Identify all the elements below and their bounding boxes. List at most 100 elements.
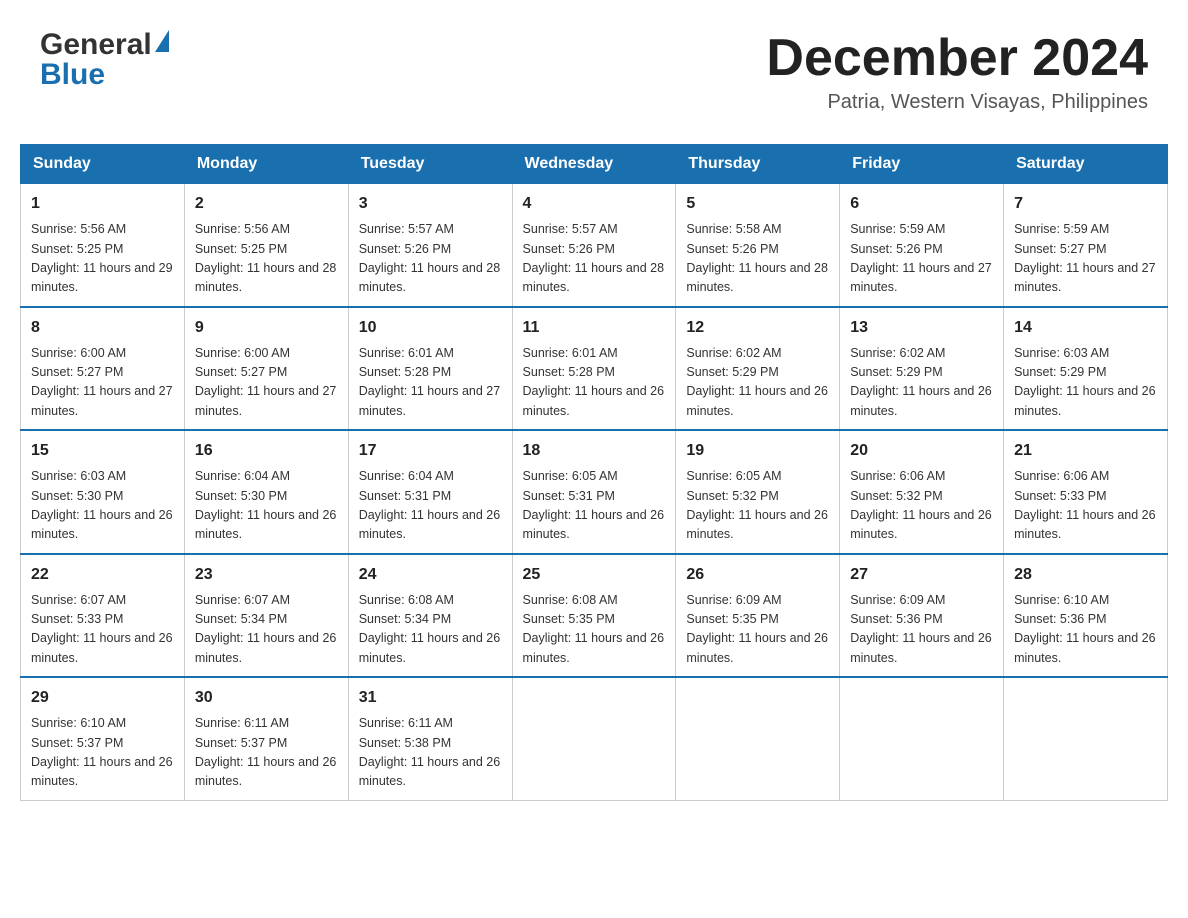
day-info: Sunrise: 5:56 AMSunset: 5:25 PMDaylight:… bbox=[31, 220, 174, 298]
title-section: December 2024 Patria, Western Visayas, P… bbox=[766, 30, 1148, 114]
day-number: 8 bbox=[31, 316, 174, 340]
day-number: 2 bbox=[195, 192, 338, 216]
day-info: Sunrise: 5:59 AMSunset: 5:26 PMDaylight:… bbox=[850, 220, 993, 298]
col-friday: Friday bbox=[840, 145, 1004, 184]
day-info: Sunrise: 6:10 AMSunset: 5:36 PMDaylight:… bbox=[1014, 591, 1157, 669]
logo-triangle-icon bbox=[155, 30, 169, 52]
day-number: 28 bbox=[1014, 563, 1157, 587]
calendar-cell: 8 Sunrise: 6:00 AMSunset: 5:27 PMDaylight… bbox=[21, 307, 185, 431]
day-info: Sunrise: 6:05 AMSunset: 5:32 PMDaylight:… bbox=[686, 467, 829, 545]
calendar-cell: 2Sunrise: 5:56 AMSunset: 5:25 PMDaylight… bbox=[184, 184, 348, 307]
calendar-cell: 6 Sunrise: 5:59 AMSunset: 5:26 PMDaylight… bbox=[840, 184, 1004, 307]
day-number: 22 bbox=[31, 563, 174, 587]
calendar-cell: 25Sunrise: 6:08 AMSunset: 5:35 PMDayligh… bbox=[512, 554, 676, 678]
col-sunday: Sunday bbox=[21, 145, 185, 184]
calendar-cell: 19 Sunrise: 6:05 AMSunset: 5:32 PMDayligh… bbox=[676, 430, 840, 554]
day-number: 19 bbox=[686, 439, 829, 463]
day-info: Sunrise: 6:07 AMSunset: 5:34 PMDaylight:… bbox=[195, 591, 338, 669]
calendar-cell bbox=[512, 677, 676, 800]
calendar-week-row: 22 Sunrise: 6:07 AMSunset: 5:33 PMDayligh… bbox=[21, 554, 1168, 678]
calendar-cell: 17Sunrise: 6:04 AMSunset: 5:31 PMDayligh… bbox=[348, 430, 512, 554]
day-info: Sunrise: 5:57 AMSunset: 5:26 PMDaylight:… bbox=[359, 220, 502, 298]
col-saturday: Saturday bbox=[1004, 145, 1168, 184]
day-info: Sunrise: 6:04 AMSunset: 5:31 PMDaylight:… bbox=[359, 467, 502, 545]
day-info: Sunrise: 6:01 AMSunset: 5:28 PMDaylight:… bbox=[359, 344, 502, 422]
day-info: Sunrise: 6:00 AMSunset: 5:27 PMDaylight:… bbox=[31, 344, 174, 422]
day-number: 24 bbox=[359, 563, 502, 587]
day-number: 4 bbox=[523, 192, 666, 216]
calendar-cell: 21Sunrise: 6:06 AMSunset: 5:33 PMDayligh… bbox=[1004, 430, 1168, 554]
calendar-cell: 11 Sunrise: 6:01 AMSunset: 5:28 PMDayligh… bbox=[512, 307, 676, 431]
day-number: 26 bbox=[686, 563, 829, 587]
calendar-cell: 27 Sunrise: 6:09 AMSunset: 5:36 PMDayligh… bbox=[840, 554, 1004, 678]
calendar-cell: 9 Sunrise: 6:00 AMSunset: 5:27 PMDaylight… bbox=[184, 307, 348, 431]
day-number: 16 bbox=[195, 439, 338, 463]
day-number: 31 bbox=[359, 686, 502, 710]
day-info: Sunrise: 5:58 AMSunset: 5:26 PMDaylight:… bbox=[686, 220, 829, 298]
day-info: Sunrise: 6:00 AMSunset: 5:27 PMDaylight:… bbox=[195, 344, 338, 422]
calendar-cell bbox=[1004, 677, 1168, 800]
day-number: 27 bbox=[850, 563, 993, 587]
day-info: Sunrise: 6:02 AMSunset: 5:29 PMDaylight:… bbox=[686, 344, 829, 422]
day-info: Sunrise: 6:01 AMSunset: 5:28 PMDaylight:… bbox=[523, 344, 666, 422]
logo-blue-text: Blue bbox=[40, 60, 105, 90]
calendar-week-row: 15 Sunrise: 6:03 AMSunset: 5:30 PMDayligh… bbox=[21, 430, 1168, 554]
day-info: Sunrise: 6:08 AMSunset: 5:35 PMDaylight:… bbox=[523, 591, 666, 669]
day-info: Sunrise: 6:04 AMSunset: 5:30 PMDaylight:… bbox=[195, 467, 338, 545]
day-info: Sunrise: 6:06 AMSunset: 5:33 PMDaylight:… bbox=[1014, 467, 1157, 545]
calendar-table: Sunday Monday Tuesday Wednesday Thursday… bbox=[20, 144, 1168, 801]
calendar-cell bbox=[676, 677, 840, 800]
day-number: 29 bbox=[31, 686, 174, 710]
calendar-cell: 31 Sunrise: 6:11 AMSunset: 5:38 PMDayligh… bbox=[348, 677, 512, 800]
day-number: 3 bbox=[359, 192, 502, 216]
calendar-cell bbox=[840, 677, 1004, 800]
page-header: General Blue December 2024 Patria, Weste… bbox=[20, 20, 1168, 124]
calendar-cell: 29 Sunrise: 6:10 AMSunset: 5:37 PMDayligh… bbox=[21, 677, 185, 800]
calendar-cell: 22 Sunrise: 6:07 AMSunset: 5:33 PMDayligh… bbox=[21, 554, 185, 678]
col-wednesday: Wednesday bbox=[512, 145, 676, 184]
day-info: Sunrise: 6:05 AMSunset: 5:31 PMDaylight:… bbox=[523, 467, 666, 545]
calendar-cell: 1 Sunrise: 5:56 AMSunset: 5:25 PMDaylight… bbox=[21, 184, 185, 307]
day-number: 5 bbox=[686, 192, 829, 216]
day-number: 6 bbox=[850, 192, 993, 216]
day-info: Sunrise: 6:10 AMSunset: 5:37 PMDaylight:… bbox=[31, 714, 174, 792]
calendar-cell: 3 Sunrise: 5:57 AMSunset: 5:26 PMDaylight… bbox=[348, 184, 512, 307]
calendar-cell: 12 Sunrise: 6:02 AMSunset: 5:29 PMDayligh… bbox=[676, 307, 840, 431]
calendar-cell: 30 Sunrise: 6:11 AMSunset: 5:37 PMDayligh… bbox=[184, 677, 348, 800]
logo: General Blue bbox=[40, 30, 169, 90]
calendar-cell: 4 Sunrise: 5:57 AMSunset: 5:26 PMDaylight… bbox=[512, 184, 676, 307]
calendar-cell: 26 Sunrise: 6:09 AMSunset: 5:35 PMDayligh… bbox=[676, 554, 840, 678]
logo-general-text: General bbox=[40, 30, 152, 60]
calendar-week-row: 8 Sunrise: 6:00 AMSunset: 5:27 PMDaylight… bbox=[21, 307, 1168, 431]
calendar-cell: 18Sunrise: 6:05 AMSunset: 5:31 PMDayligh… bbox=[512, 430, 676, 554]
day-info: Sunrise: 6:11 AMSunset: 5:37 PMDaylight:… bbox=[195, 714, 338, 792]
calendar-cell: 20 Sunrise: 6:06 AMSunset: 5:32 PMDayligh… bbox=[840, 430, 1004, 554]
day-info: Sunrise: 6:11 AMSunset: 5:38 PMDaylight:… bbox=[359, 714, 502, 792]
day-number: 14 bbox=[1014, 316, 1157, 340]
calendar-cell: 16 Sunrise: 6:04 AMSunset: 5:30 PMDayligh… bbox=[184, 430, 348, 554]
day-info: Sunrise: 6:09 AMSunset: 5:35 PMDaylight:… bbox=[686, 591, 829, 669]
day-info: Sunrise: 6:07 AMSunset: 5:33 PMDaylight:… bbox=[31, 591, 174, 669]
calendar-cell: 14 Sunrise: 6:03 AMSunset: 5:29 PMDayligh… bbox=[1004, 307, 1168, 431]
day-number: 23 bbox=[195, 563, 338, 587]
day-number: 9 bbox=[195, 316, 338, 340]
day-info: Sunrise: 6:02 AMSunset: 5:29 PMDaylight:… bbox=[850, 344, 993, 422]
day-number: 15 bbox=[31, 439, 174, 463]
day-number: 11 bbox=[523, 316, 666, 340]
day-number: 30 bbox=[195, 686, 338, 710]
calendar-cell: 28 Sunrise: 6:10 AMSunset: 5:36 PMDayligh… bbox=[1004, 554, 1168, 678]
calendar-cell: 7Sunrise: 5:59 AMSunset: 5:27 PMDaylight… bbox=[1004, 184, 1168, 307]
day-info: Sunrise: 6:03 AMSunset: 5:30 PMDaylight:… bbox=[31, 467, 174, 545]
day-number: 12 bbox=[686, 316, 829, 340]
day-info: Sunrise: 5:57 AMSunset: 5:26 PMDaylight:… bbox=[523, 220, 666, 298]
day-number: 7 bbox=[1014, 192, 1157, 216]
calendar-cell: 15 Sunrise: 6:03 AMSunset: 5:30 PMDayligh… bbox=[21, 430, 185, 554]
day-info: Sunrise: 6:09 AMSunset: 5:36 PMDaylight:… bbox=[850, 591, 993, 669]
day-info: Sunrise: 6:06 AMSunset: 5:32 PMDaylight:… bbox=[850, 467, 993, 545]
calendar-cell: 10Sunrise: 6:01 AMSunset: 5:28 PMDayligh… bbox=[348, 307, 512, 431]
calendar-week-row: 1 Sunrise: 5:56 AMSunset: 5:25 PMDaylight… bbox=[21, 184, 1168, 307]
day-number: 20 bbox=[850, 439, 993, 463]
day-number: 1 bbox=[31, 192, 174, 216]
day-info: Sunrise: 6:03 AMSunset: 5:29 PMDaylight:… bbox=[1014, 344, 1157, 422]
day-info: Sunrise: 6:08 AMSunset: 5:34 PMDaylight:… bbox=[359, 591, 502, 669]
